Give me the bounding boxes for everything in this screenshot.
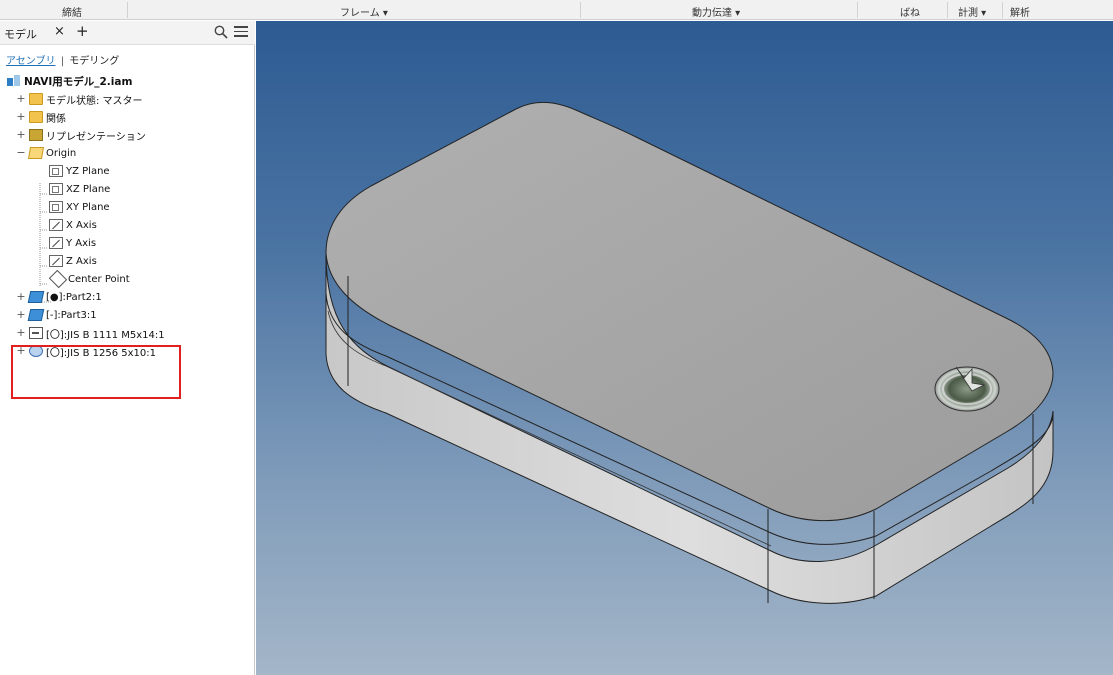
browser-tab-model[interactable]: モデル bbox=[4, 26, 37, 42]
bolt-head[interactable] bbox=[934, 366, 1000, 412]
plane-icon bbox=[49, 165, 63, 177]
ribbon-separator bbox=[857, 2, 858, 18]
axis-icon bbox=[49, 255, 63, 267]
folder-open-icon bbox=[27, 147, 45, 159]
tree-item-label: Z Axis bbox=[66, 255, 97, 267]
ribbon-separator bbox=[1002, 2, 1003, 18]
assembly-icon bbox=[7, 75, 21, 87]
subtab-assembly[interactable]: アセンブリ bbox=[6, 56, 56, 67]
search-icon[interactable] bbox=[214, 25, 228, 39]
expand-icon[interactable]: + bbox=[16, 309, 26, 320]
axis-icon bbox=[49, 237, 63, 249]
tree-item-label: YZ Plane bbox=[66, 165, 110, 177]
tree-item-label: Center Point bbox=[68, 273, 130, 285]
plane-icon bbox=[49, 183, 63, 195]
browser-subtabs: アセンブリ | モデリング bbox=[6, 52, 119, 67]
tree-item-origin[interactable]: − Origin bbox=[16, 145, 76, 161]
tree-item-label: モデル状態: マスター bbox=[46, 95, 143, 107]
expand-icon[interactable]: + bbox=[16, 93, 26, 104]
tree-item-root-assembly[interactable]: NAVI用モデル_2.iam bbox=[4, 73, 132, 89]
expand-icon[interactable]: + bbox=[16, 291, 26, 302]
part-icon bbox=[27, 309, 45, 321]
tree-item-z-axis[interactable]: Z Axis bbox=[46, 253, 97, 269]
hamburger-menu-icon[interactable] bbox=[234, 26, 248, 38]
subtab-modeling[interactable]: モデリング bbox=[69, 56, 119, 67]
tree-item-y-axis[interactable]: Y Axis bbox=[46, 235, 96, 251]
folder-icon bbox=[29, 111, 43, 123]
subtab-separator: | bbox=[60, 56, 65, 67]
collapse-icon[interactable]: − bbox=[16, 147, 26, 158]
part-icon bbox=[27, 291, 45, 303]
tree-item-label: Y Axis bbox=[66, 237, 97, 249]
selection-highlight-box bbox=[11, 345, 181, 399]
tree-item-label: [●]:Part2:1 bbox=[46, 291, 102, 303]
tree-item-bolt[interactable]: + [〇]:JIS B 1111 M5x14:1 bbox=[16, 325, 165, 341]
folder-icon bbox=[29, 93, 43, 105]
tree-item-label: リプレゼンテーション bbox=[46, 131, 146, 143]
ribbon-separator bbox=[127, 2, 128, 18]
part-top-face bbox=[325, 101, 1054, 522]
ribbon-separator bbox=[580, 2, 581, 18]
expand-icon[interactable]: + bbox=[16, 327, 26, 338]
browser-header: モデル × + bbox=[0, 21, 255, 45]
add-tab-icon[interactable]: + bbox=[76, 22, 89, 40]
ribbon-panel-measure[interactable]: 計測 ▾ bbox=[958, 4, 986, 19]
ribbon-panel-fasten[interactable]: 締結 bbox=[62, 4, 82, 19]
tree-item-yz-plane[interactable]: YZ Plane bbox=[46, 163, 110, 179]
ribbon-panel-frame[interactable]: フレーム ▾ bbox=[340, 4, 388, 19]
ribbon-panel-power-transmission[interactable]: 動力伝達 ▾ bbox=[692, 4, 740, 19]
tree-item-label: Origin bbox=[46, 147, 77, 159]
close-icon[interactable]: × bbox=[54, 24, 65, 39]
tree-item-label: 関係 bbox=[46, 113, 66, 125]
tree-item-representations[interactable]: + リプレゼンテーション bbox=[16, 127, 146, 143]
ribbon-panel-analysis[interactable]: 解析 bbox=[1010, 4, 1030, 19]
tree-item-center-point[interactable]: Center Point bbox=[48, 269, 130, 289]
center-point-icon bbox=[48, 269, 68, 289]
tree-item-label: X Axis bbox=[66, 219, 97, 231]
part-model-render[interactable] bbox=[256, 21, 1113, 675]
model-browser: モデル × + アセンブリ | モデリング NAVI用モデル_2.iam + モ… bbox=[0, 21, 255, 675]
tree-item-xz-plane[interactable]: XZ Plane bbox=[46, 181, 110, 197]
inventor-window: 締結 フレーム ▾ 動力伝達 ▾ ばね 計測 ▾ 解析 モデル × + アセンブ… bbox=[0, 0, 1113, 675]
tree-item-label: XZ Plane bbox=[66, 183, 111, 195]
expand-icon[interactable]: + bbox=[16, 111, 26, 122]
tree-item-label: XY Plane bbox=[66, 201, 110, 213]
tree-item-relationships[interactable]: + 関係 bbox=[16, 109, 66, 125]
representation-icon bbox=[29, 129, 43, 141]
bolt-icon bbox=[29, 327, 43, 339]
tree-item-x-axis[interactable]: X Axis bbox=[46, 217, 97, 233]
ribbon-panel-labels: 締結 フレーム ▾ 動力伝達 ▾ ばね 計測 ▾ 解析 bbox=[0, 0, 1113, 20]
tree-item-label: [〇]:JIS B 1111 M5x14:1 bbox=[46, 329, 165, 341]
axis-icon bbox=[49, 219, 63, 231]
tree-item-label: NAVI用モデル_2.iam bbox=[24, 75, 133, 88]
tree-item-model-state[interactable]: + モデル状態: マスター bbox=[16, 91, 143, 107]
tree-item-part3[interactable]: + [-]:Part3:1 bbox=[16, 307, 97, 323]
ribbon-separator bbox=[947, 2, 948, 18]
expand-icon[interactable]: + bbox=[16, 129, 26, 140]
plane-icon bbox=[49, 201, 63, 213]
graphics-viewport[interactable] bbox=[256, 21, 1113, 675]
tree-item-xy-plane[interactable]: XY Plane bbox=[46, 199, 110, 215]
tree-item-part2[interactable]: + [●]:Part2:1 bbox=[16, 289, 102, 305]
ribbon-panel-spring[interactable]: ばね bbox=[900, 4, 920, 19]
tree-item-label: [-]:Part3:1 bbox=[46, 309, 97, 321]
